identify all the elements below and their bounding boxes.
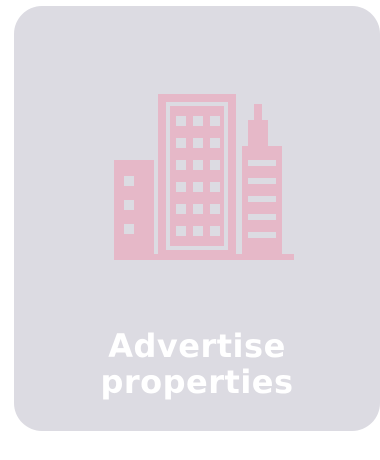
advertise-properties-card[interactable]: Advertise properties xyxy=(14,6,380,431)
card-title: Advertise properties xyxy=(100,327,294,401)
buildings-icon xyxy=(114,94,294,260)
